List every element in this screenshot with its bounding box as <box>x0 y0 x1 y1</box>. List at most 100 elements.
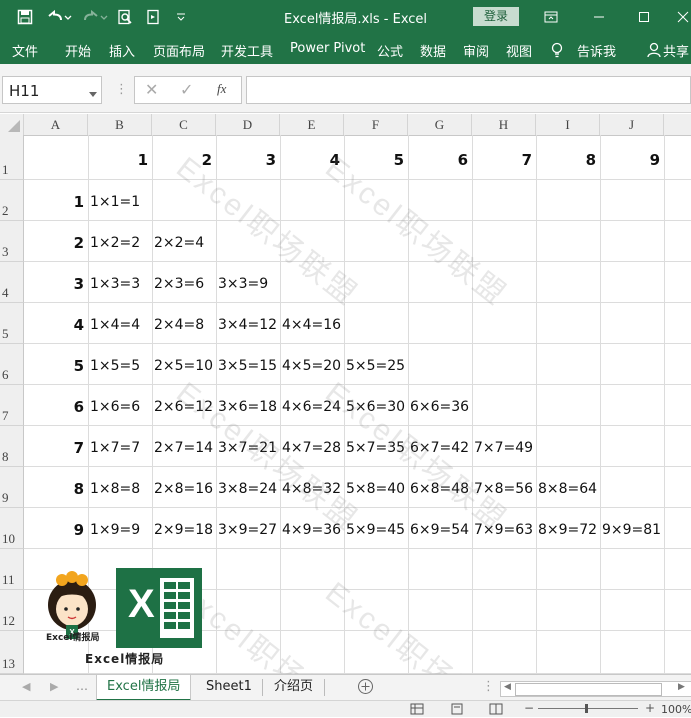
multiplication-cell[interactable]: 2×5=10 <box>154 357 213 375</box>
multiplication-cell[interactable]: 4×8=32 <box>282 480 341 498</box>
tab-formulas[interactable]: 公式 <box>377 41 403 60</box>
sheet-tab-sheet1[interactable]: Sheet1 <box>196 675 262 699</box>
tab-developer[interactable]: 开发工具 <box>221 41 273 60</box>
row-header-9[interactable]: 9 <box>0 467 24 508</box>
table-left-header-cell[interactable]: 1 <box>24 193 84 211</box>
tell-me-search[interactable]: 告诉我 <box>577 41 616 60</box>
multiplication-cell[interactable]: 4×6=24 <box>282 398 341 416</box>
multiplication-cell[interactable]: 2×2=4 <box>154 234 204 252</box>
multiplication-cell[interactable]: 7×7=49 <box>474 439 533 457</box>
multiplication-cell[interactable]: 2×9=18 <box>154 521 213 539</box>
multiplication-cell[interactable]: 3×3=9 <box>218 275 268 293</box>
multiplication-cell[interactable]: 6×8=48 <box>410 480 469 498</box>
tab-home[interactable]: 开始 <box>65 41 91 60</box>
add-sheet-icon[interactable] <box>357 678 374 699</box>
table-left-header-cell[interactable]: 9 <box>24 521 84 539</box>
multiplication-cell[interactable]: 3×8=24 <box>218 480 277 498</box>
worksheet-grid[interactable]: ABCDEFGHIJ 1 2 3 4 5 6 7 8 9 10 11 12 13 1 2 3 4 5 6 7 8 9 1 2 3… <box>0 114 691 674</box>
multiplication-cell[interactable]: 2×4=8 <box>154 316 204 334</box>
multiplication-cell[interactable]: 1×7=7 <box>90 439 140 457</box>
table-left-header-cell[interactable]: 5 <box>24 357 84 375</box>
insert-function-icon[interactable]: fx <box>217 81 226 97</box>
multiplication-cell[interactable]: 6×7=42 <box>410 439 469 457</box>
multiplication-cell[interactable]: 1×6=6 <box>90 398 140 416</box>
multiplication-cell[interactable]: 9×9=81 <box>602 521 661 539</box>
row-header-2[interactable]: 2 <box>0 180 24 221</box>
save-icon[interactable] <box>14 7 36 27</box>
share-button[interactable]: 共享 <box>663 41 689 60</box>
column-header-e[interactable]: E <box>280 114 344 135</box>
multiplication-cell[interactable]: 5×5=25 <box>346 357 405 375</box>
column-header-a[interactable]: A <box>24 114 88 135</box>
zoom-slider-thumb[interactable] <box>585 704 588 713</box>
multiplication-cell[interactable]: 1×9=9 <box>90 521 140 539</box>
multiplication-cell[interactable]: 8×9=72 <box>538 521 597 539</box>
tab-data[interactable]: 数据 <box>420 41 446 60</box>
table-left-header-cell[interactable]: 6 <box>24 398 84 416</box>
table-top-header-cell[interactable]: 3 <box>216 151 276 169</box>
scroll-next-sheet-icon[interactable]: ▶ <box>50 680 58 693</box>
multiplication-cell[interactable]: 5×7=35 <box>346 439 405 457</box>
tab-view[interactable]: 视图 <box>506 41 532 60</box>
row-header-8[interactable]: 8 <box>0 426 24 467</box>
table-top-header-cell[interactable]: 5 <box>344 151 404 169</box>
row-header-7[interactable]: 7 <box>0 385 24 426</box>
row-header-6[interactable]: 6 <box>0 344 24 385</box>
column-header-j[interactable]: J <box>600 114 664 135</box>
multiplication-cell[interactable]: 3×6=18 <box>218 398 277 416</box>
column-header-f[interactable]: F <box>344 114 408 135</box>
multiplication-cell[interactable]: 3×4=12 <box>218 316 277 334</box>
select-all-corner[interactable] <box>0 114 24 135</box>
row-header-12[interactable]: 12 <box>0 590 24 631</box>
multiplication-cell[interactable]: 1×5=5 <box>90 357 140 375</box>
multiplication-cell[interactable]: 5×6=30 <box>346 398 405 416</box>
close-icon[interactable] <box>672 6 691 28</box>
scrollbar-thumb[interactable] <box>515 683 662 696</box>
confirm-icon[interactable]: ✓ <box>180 80 193 99</box>
customize-toolbar-icon[interactable] <box>173 7 189 27</box>
multiplication-cell[interactable]: 8×8=64 <box>538 480 597 498</box>
multiplication-cell[interactable]: 4×7=28 <box>282 439 341 457</box>
multiplication-cell[interactable]: 5×8=40 <box>346 480 405 498</box>
multiplication-cell[interactable]: 1×8=8 <box>90 480 140 498</box>
table-left-header-cell[interactable]: 7 <box>24 439 84 457</box>
ribbon-display-options-icon[interactable] <box>540 6 562 28</box>
login-button[interactable]: 登录 <box>473 7 519 26</box>
table-top-header-cell[interactable]: 7 <box>472 151 532 169</box>
row-header-10[interactable]: 10 <box>0 508 24 549</box>
tab-power-pivot[interactable]: Power Pivot <box>290 41 365 56</box>
zoom-slider[interactable] <box>538 708 638 709</box>
table-left-header-cell[interactable]: 3 <box>24 275 84 293</box>
multiplication-cell[interactable]: 2×6=12 <box>154 398 213 416</box>
touch-mode-icon[interactable] <box>143 7 163 27</box>
cancel-icon[interactable]: ✕ <box>145 80 158 99</box>
zoom-out-icon[interactable]: − <box>524 701 534 715</box>
multiplication-cell[interactable]: 5×9=45 <box>346 521 405 539</box>
sheet-tab-intro[interactable]: 介绍页 <box>264 675 323 699</box>
hscroll-grip[interactable]: ⋮ <box>482 679 495 694</box>
multiplication-cell[interactable]: 3×9=27 <box>218 521 277 539</box>
row-header-1[interactable]: 1 <box>0 135 24 180</box>
sheet-more-icon[interactable]: … <box>76 679 88 693</box>
undo-icon[interactable] <box>44 7 74 27</box>
multiplication-cell[interactable]: 7×8=56 <box>474 480 533 498</box>
column-header-h[interactable]: H <box>472 114 536 135</box>
table-left-header-cell[interactable]: 4 <box>24 316 84 334</box>
row-header-3[interactable]: 3 <box>0 221 24 262</box>
row-header-13[interactable]: 13 <box>0 631 24 674</box>
redo-icon[interactable] <box>80 7 110 27</box>
multiplication-cell[interactable]: 1×2=2 <box>90 234 140 252</box>
tab-page-layout[interactable]: 页面布局 <box>153 41 205 60</box>
table-top-header-cell[interactable]: 2 <box>152 151 212 169</box>
column-header-i[interactable]: I <box>536 114 600 135</box>
multiplication-cell[interactable]: 1×4=4 <box>90 316 140 334</box>
name-box[interactable]: H11 <box>2 76 102 104</box>
tab-review[interactable]: 审阅 <box>463 41 489 60</box>
print-preview-icon[interactable] <box>115 7 135 27</box>
row-header-4[interactable]: 4 <box>0 262 24 303</box>
table-left-header-cell[interactable]: 2 <box>24 234 84 252</box>
scroll-left-icon[interactable]: ◀ <box>504 682 511 692</box>
scroll-prev-sheet-icon[interactable]: ◀ <box>22 680 30 693</box>
table-left-header-cell[interactable]: 8 <box>24 480 84 498</box>
formula-input[interactable] <box>246 76 691 104</box>
